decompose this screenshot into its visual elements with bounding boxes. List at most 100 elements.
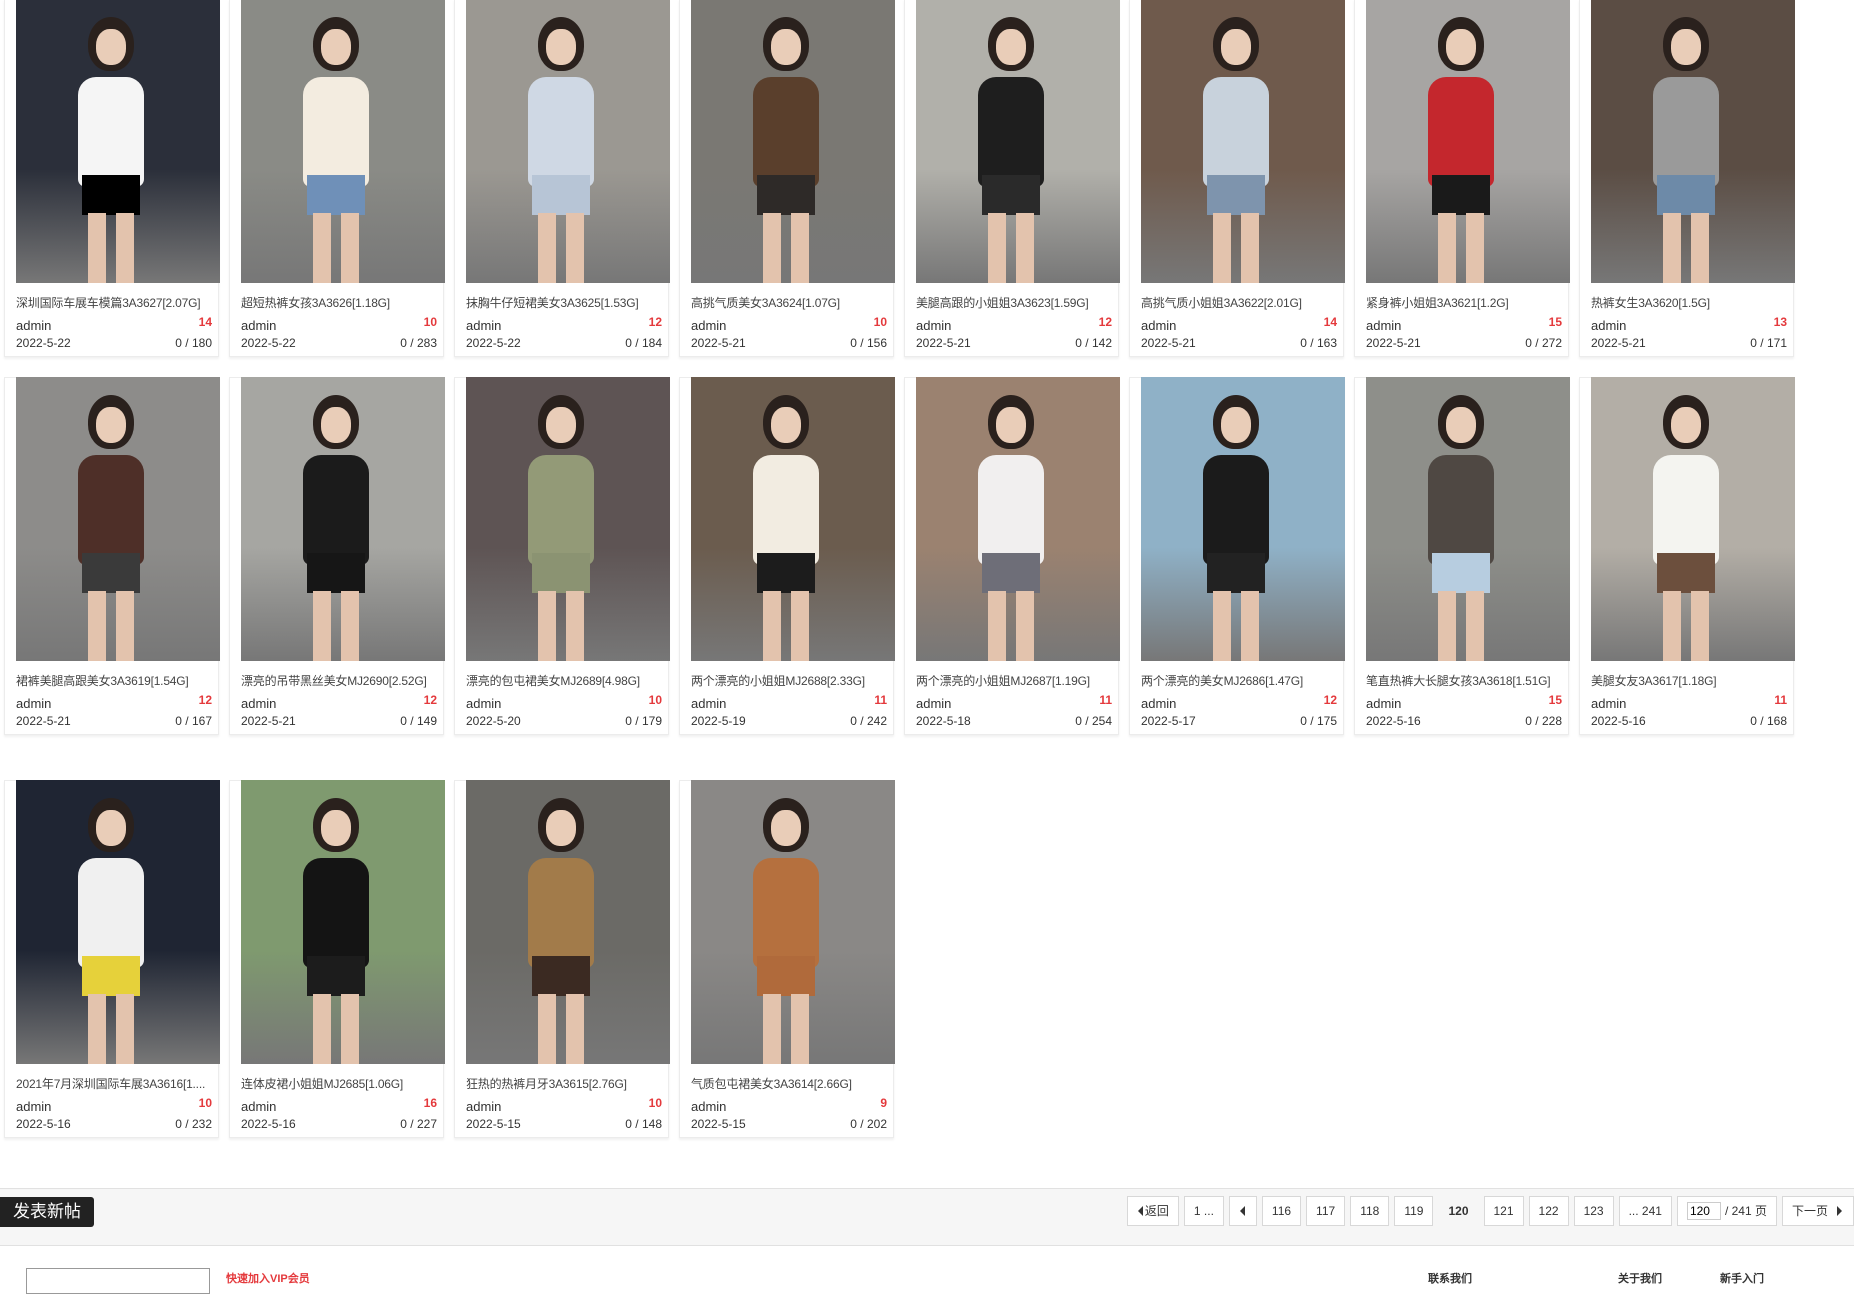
thread-author[interactable]: admin — [1141, 696, 1176, 711]
thread-card[interactable]: 高挑气质小姐姐3A3622[2.01G] admin 14 2022-5-21 0 / … — [1129, 0, 1345, 357]
thread-author[interactable]: admin — [241, 1099, 276, 1114]
page-116[interactable]: 116 — [1261, 1196, 1302, 1226]
thread-title[interactable]: 高挑气质小姐姐3A3622[2.01G] — [1141, 294, 1345, 311]
thread-thumbnail[interactable] — [16, 377, 220, 661]
thread-title[interactable]: 高挑气质美女3A3624[1.07G] — [691, 294, 895, 311]
thread-thumbnail[interactable] — [916, 0, 1120, 283]
thread-title[interactable]: 超短热裤女孩3A3626[1.18G] — [241, 294, 445, 311]
thread-author[interactable]: admin — [241, 318, 276, 333]
thread-thumbnail[interactable] — [1366, 0, 1570, 283]
prev-page-button[interactable] — [1228, 1196, 1257, 1226]
thread-card[interactable]: 深圳国际车展车模篇3A3627[2.07G] admin 14 2022-5-22 0 … — [4, 0, 220, 357]
page-121[interactable]: 121 — [1483, 1196, 1524, 1226]
thread-card[interactable]: 美腿高跟的小姐姐3A3623[1.59G] admin 12 2022-5-21 0 /… — [904, 0, 1120, 357]
thread-author[interactable]: admin — [241, 696, 276, 711]
thread-card[interactable]: 气质包屯裙美女3A3614[2.66G] admin 9 2022-5-15 0 / 2… — [679, 780, 895, 1138]
thread-thumbnail[interactable] — [691, 0, 895, 283]
thread-thumbnail[interactable] — [16, 780, 220, 1064]
footer-link-guide[interactable]: 新手入门 — [1720, 1270, 1764, 1286]
page-123[interactable]: 123 — [1573, 1196, 1614, 1226]
page-first[interactable]: 1 ... — [1183, 1196, 1224, 1226]
thread-thumbnail[interactable] — [1591, 0, 1795, 283]
thread-author[interactable]: admin — [466, 696, 501, 711]
thread-author[interactable]: admin — [1141, 318, 1176, 333]
thread-author[interactable]: admin — [466, 318, 501, 333]
thread-author[interactable]: admin — [1591, 318, 1626, 333]
thread-title[interactable]: 笔直热裤大长腿女孩3A3618[1.51G] — [1366, 672, 1570, 689]
thread-title[interactable]: 深圳国际车展车模篇3A3627[2.07G] — [16, 294, 220, 311]
thread-view-count: 0 / 179 — [625, 714, 662, 728]
page-jump-input[interactable] — [1686, 1202, 1721, 1220]
thread-card[interactable]: 抹胸牛仔短裙美女3A3625[1.53G] admin 12 2022-5-22 0 /… — [454, 0, 670, 357]
thread-card[interactable]: 漂亮的包屯裙美女MJ2689[4.98G] admin 10 2022-5-20 0 /… — [454, 377, 670, 735]
thread-author[interactable]: admin — [1591, 696, 1626, 711]
thread-thumbnail[interactable] — [916, 377, 1120, 661]
thread-title[interactable]: 两个漂亮的美女MJ2686[1.47G] — [1141, 672, 1345, 689]
thread-author[interactable]: admin — [1366, 318, 1401, 333]
thread-title[interactable]: 气质包屯裙美女3A3614[2.66G] — [691, 1075, 895, 1092]
thread-card[interactable]: 狂热的热裤月牙3A3615[2.76G] admin 10 2022-5-15 0 / … — [454, 780, 670, 1138]
next-page-label: 下一页 — [1791, 1204, 1828, 1218]
thread-title[interactable]: 抹胸牛仔短裙美女3A3625[1.53G] — [466, 294, 670, 311]
thread-author[interactable]: admin — [466, 1099, 501, 1114]
footer-link-contact[interactable]: 联系我们 — [1428, 1270, 1472, 1286]
thread-author[interactable]: admin — [916, 696, 951, 711]
thread-card[interactable]: 笔直热裤大长腿女孩3A3618[1.51G] admin 15 2022-5-16 0 … — [1354, 377, 1570, 735]
page-last[interactable]: ... 241 — [1618, 1196, 1672, 1226]
thread-thumbnail[interactable] — [691, 780, 895, 1064]
thread-author[interactable]: admin — [916, 318, 951, 333]
page-118[interactable]: 118 — [1350, 1196, 1390, 1226]
thread-thumbnail[interactable] — [241, 377, 445, 661]
new-post-button[interactable]: 发表新帖 — [0, 1197, 94, 1227]
thread-card[interactable]: 裙裤美腿高跟美女3A3619[1.54G] admin 12 2022-5-21 0 /… — [4, 377, 220, 735]
thread-title[interactable]: 漂亮的包屯裙美女MJ2689[4.98G] — [466, 672, 670, 689]
thread-title[interactable]: 狂热的热裤月牙3A3615[2.76G] — [466, 1075, 670, 1092]
thread-card[interactable]: 漂亮的吊带黑丝美女MJ2690[2.52G] admin 12 2022-5-21 0 … — [229, 377, 445, 735]
thread-thumbnail[interactable] — [1141, 377, 1345, 661]
thread-card[interactable]: 2021年7月深圳国际车展3A3616[1.... admin 10 2022-5-1… — [4, 780, 220, 1138]
page-122[interactable]: 122 — [1528, 1196, 1569, 1226]
thread-title[interactable]: 美腿女友3A3617[1.18G] — [1591, 672, 1795, 689]
thread-card[interactable]: 美腿女友3A3617[1.18G] admin 11 2022-5-16 0 / 168 — [1579, 377, 1795, 735]
thread-title[interactable]: 紧身裤小姐姐3A3621[1.2G] — [1366, 294, 1570, 311]
thread-title[interactable]: 连体皮裙小姐姐MJ2685[1.06G] — [241, 1075, 445, 1092]
page-119[interactable]: 119 — [1394, 1196, 1434, 1226]
thread-card[interactable]: 热裤女生3A3620[1.5G] admin 13 2022-5-21 0 / 171 — [1579, 0, 1795, 357]
thread-title[interactable]: 2021年7月深圳国际车展3A3616[1.... — [16, 1075, 220, 1092]
footer-link-about[interactable]: 关于我们 — [1618, 1270, 1662, 1286]
thread-title[interactable]: 美腿高跟的小姐姐3A3623[1.59G] — [916, 294, 1120, 311]
thread-card[interactable]: 高挑气质美女3A3624[1.07G] admin 10 2022-5-21 0 / 1… — [679, 0, 895, 357]
thread-thumbnail[interactable] — [241, 780, 445, 1064]
thread-title[interactable]: 漂亮的吊带黑丝美女MJ2690[2.52G] — [241, 672, 445, 689]
thread-author[interactable]: admin — [1366, 696, 1401, 711]
thread-card[interactable]: 紧身裤小姐姐3A3621[1.2G] admin 15 2022-5-21 0 / 27… — [1354, 0, 1570, 357]
back-button[interactable]: 返回 — [1126, 1196, 1179, 1226]
thread-thumbnail[interactable] — [1366, 377, 1570, 661]
thread-title[interactable]: 两个漂亮的小姐姐MJ2687[1.19G] — [916, 672, 1120, 689]
thread-card[interactable]: 两个漂亮的小姐姐MJ2688[2.33G] admin 11 2022-5-19 0 /… — [679, 377, 895, 735]
thread-author[interactable]: admin — [16, 1099, 51, 1114]
thread-title[interactable]: 裙裤美腿高跟美女3A3619[1.54G] — [16, 672, 220, 689]
thread-thumbnail[interactable] — [466, 0, 670, 283]
thread-author[interactable]: admin — [16, 318, 51, 333]
thread-thumbnail[interactable] — [16, 0, 220, 283]
thread-author[interactable]: admin — [16, 696, 51, 711]
thread-author[interactable]: admin — [691, 696, 726, 711]
thread-thumbnail[interactable] — [1591, 377, 1795, 661]
thread-thumbnail[interactable] — [1141, 0, 1345, 283]
vip-notice[interactable]: 快速加入VIP会员 — [226, 1270, 310, 1286]
thread-author[interactable]: admin — [691, 318, 726, 333]
thread-card[interactable]: 两个漂亮的美女MJ2686[1.47G] admin 12 2022-5-17 0 / … — [1129, 377, 1345, 735]
thread-thumbnail[interactable] — [691, 377, 895, 661]
thread-card[interactable]: 连体皮裙小姐姐MJ2685[1.06G] admin 16 2022-5-16 0 / … — [229, 780, 445, 1138]
thread-thumbnail[interactable] — [241, 0, 445, 283]
thread-title[interactable]: 两个漂亮的小姐姐MJ2688[2.33G] — [691, 672, 895, 689]
thread-card[interactable]: 两个漂亮的小姐姐MJ2687[1.19G] admin 11 2022-5-18 0 /… — [904, 377, 1120, 735]
thread-card[interactable]: 超短热裤女孩3A3626[1.18G] admin 10 2022-5-22 0 / 2… — [229, 0, 445, 357]
thread-title[interactable]: 热裤女生3A3620[1.5G] — [1591, 294, 1795, 311]
thread-author[interactable]: admin — [691, 1099, 726, 1114]
thread-thumbnail[interactable] — [466, 377, 670, 661]
thread-thumbnail[interactable] — [466, 780, 670, 1064]
next-page-button[interactable]: 下一页 — [1781, 1196, 1854, 1226]
page-117[interactable]: 117 — [1306, 1196, 1346, 1226]
